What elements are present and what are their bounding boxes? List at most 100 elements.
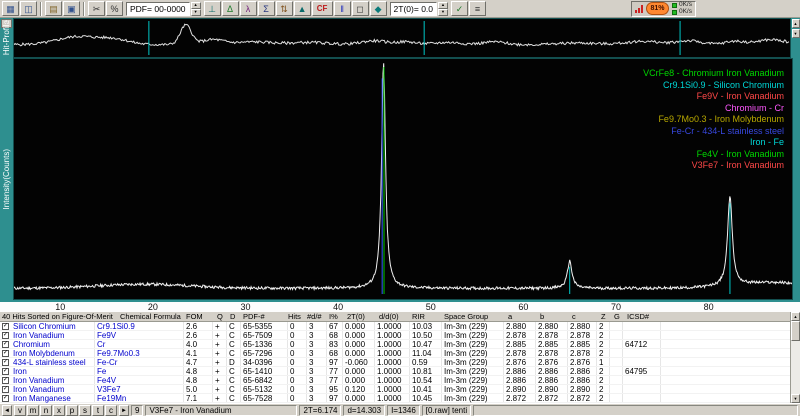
pdf-number-input[interactable]: PDF= 00-0000 [126, 1, 190, 16]
column-header[interactable]: Z [601, 313, 606, 321]
table-cell: 1.0000 [377, 322, 402, 331]
column-header[interactable]: FOM [186, 313, 203, 321]
tabs-scroll-right-button[interactable]: ► [119, 405, 129, 416]
sheet-tab-p[interactable]: p [66, 405, 78, 416]
zoom-box-button[interactable]: ◻ [351, 1, 369, 16]
tabs-scroll-left-button[interactable]: ◄ [2, 405, 12, 416]
wavelength-button[interactable]: λ [239, 1, 257, 16]
window-layout-button[interactable]: ▦ [2, 1, 19, 16]
column-header[interactable]: D [230, 313, 235, 321]
legend-item[interactable]: Fe9.7Mo0.3 - Iron Molybdenum [643, 114, 784, 126]
hit-profile-plot[interactable] [13, 18, 791, 58]
table-row[interactable]: ✓ Iron Fe 4.8 + C 65-1410 0 3 77 0.000 1.0000 10.81 I… [0, 367, 800, 376]
strip-down-button[interactable]: ▼ [791, 29, 800, 38]
row-checkbox[interactable]: ✓ [2, 323, 9, 330]
legend-item[interactable]: Chromium - Cr [643, 103, 784, 115]
table-scrollbar[interactable]: ▲ ▼ [790, 312, 800, 403]
table-cell: 10.47 [412, 340, 433, 349]
peak-labels-button[interactable]: Δ [221, 1, 239, 16]
sheet-tab-x[interactable]: x [53, 405, 65, 416]
sheet-tab-v[interactable]: v [14, 405, 26, 416]
overlay-button[interactable]: ▲ [293, 1, 311, 16]
table-cell: 0 [290, 376, 295, 385]
curve-fit-button[interactable]: CF [311, 1, 333, 16]
diffraction-plot[interactable]: VCrFe8 - Chromium Iron Vanadium Cr9.1Si0.… [13, 58, 793, 300]
sort-toggle-button[interactable]: ⇅ [275, 1, 293, 16]
table-row[interactable]: ✓ Iron Vanadium Fe9V 2.6 + C 65-7509 0 3 68 0.000 1… [0, 331, 800, 340]
table-row[interactable]: ✓ Chromium Cr 4.0 + C 65-1336 0 3 83 0.000 1.0000 10… [0, 340, 800, 349]
table-row[interactable]: ✓ Iron Vanadium V3Fe7 5.0 + C 65-5132 0 3 95 0.120… [0, 385, 800, 394]
table-row[interactable]: ✓ Iron Molybdenum Fe9.7Mo0.3 4.1 + C 65-7296 0 3… [0, 349, 800, 358]
table-cell: + [215, 349, 220, 358]
scroll-down-button[interactable]: ▼ [791, 394, 800, 403]
column-header[interactable]: ICSD# [627, 313, 649, 321]
pdf-spin-up-button[interactable]: ▲ [190, 1, 201, 9]
table-cell: 3 [309, 394, 314, 403]
table-row[interactable]: ✓ 434-L stainless steel Fe-Cr 4.7 + D 34-0396 0… [0, 358, 800, 367]
table-cell: 0.000 [345, 367, 366, 376]
column-header[interactable]: c [572, 313, 576, 321]
table-row[interactable]: ✓ Silicon Chromium Cr9.1Si0.9 2.6 + C 65-5355 0… [0, 322, 800, 331]
table-cell: 1.0000 [377, 340, 402, 349]
two-theta-spin-up-button[interactable]: ▲ [438, 1, 449, 9]
table-title-header[interactable]: 40 Hits Sorted on Figure-Of-Merit [2, 313, 113, 321]
column-header[interactable]: a [508, 313, 512, 321]
column-header[interactable]: Space Group [444, 313, 488, 321]
row-checkbox[interactable]: ✓ [2, 350, 9, 357]
axes-toggle-button[interactable]: ⊥ [203, 1, 221, 16]
legend-item[interactable]: Fe-Cr - 434-L stainless steel [643, 126, 784, 138]
sheet-tab-n[interactable]: n [40, 405, 52, 416]
table-row[interactable]: ✓ Iron Vanadium Fe4V 4.8 + C 65-6842 0 3 77 0.000 1… [0, 376, 800, 385]
column-header[interactable]: b [540, 313, 544, 321]
legend-item[interactable]: Fe4V - Iron Vanadium [643, 149, 784, 161]
row-checkbox[interactable]: ✓ [2, 368, 9, 375]
cut-range-button[interactable]: ✂ [88, 1, 105, 16]
row-checkbox[interactable]: ✓ [2, 395, 9, 402]
sheet-tab-m[interactable]: m [27, 405, 39, 416]
column-header[interactable]: Hits [288, 313, 301, 321]
row-checkbox[interactable]: ✓ [2, 341, 9, 348]
row-checkbox[interactable]: ✓ [2, 332, 9, 339]
scroll-up-button[interactable]: ▲ [791, 312, 800, 321]
column-header[interactable]: Q [217, 313, 223, 321]
legend-item[interactable]: Cr9.1Si0.9 - Silicon Chromium [643, 80, 784, 92]
column-header[interactable]: RIR [412, 313, 425, 321]
column-header[interactable]: 2T(0) [347, 313, 365, 321]
selected-phase-panel[interactable]: V3Fe7 - Iron Vanadium [145, 405, 298, 416]
pdf-spin-down-button[interactable]: ▼ [190, 8, 201, 16]
column-header[interactable]: d/d(0) [379, 313, 399, 321]
integrate-button[interactable]: Σ [257, 1, 275, 16]
table-cell: + [215, 376, 220, 385]
scroll-track[interactable] [791, 341, 800, 394]
legend-item[interactable]: V3Fe7 - Iron Vanadium [643, 160, 784, 172]
scroll-thumb[interactable] [791, 321, 800, 341]
two-theta-spin-down-button[interactable]: ▼ [438, 8, 449, 16]
legend-item[interactable]: Fe9V - Iron Vanadium [643, 91, 784, 103]
row-checkbox[interactable]: ✓ [2, 377, 9, 384]
percent-scale-button[interactable]: % [106, 1, 123, 16]
column-header[interactable]: I% [329, 313, 338, 321]
row-checkbox[interactable]: ✓ [2, 359, 9, 366]
legend-item[interactable]: VCrFe8 - Chromium Iron Vanadium [643, 68, 784, 80]
column-header[interactable]: #d/# [307, 313, 322, 321]
pattern-window-button[interactable]: ◫ [20, 1, 37, 16]
sheet-tab-s[interactable]: s [79, 405, 91, 416]
sheet-tab-c[interactable]: c [105, 405, 117, 416]
strip-up-button[interactable]: ▲ [791, 19, 800, 28]
sheet-tab-t[interactable]: t [92, 405, 104, 416]
column-header[interactable]: Chemical Formula [120, 313, 181, 321]
column-header[interactable]: G [614, 313, 620, 321]
x-axis-tick-label: 50 [425, 302, 436, 312]
options-menu-button[interactable]: ≡ [469, 1, 487, 16]
column-header[interactable]: PDF-# [243, 313, 265, 321]
save-button[interactable]: ▣ [63, 1, 80, 16]
apply-button[interactable]: ✓ [451, 1, 469, 16]
line-markers-button[interactable]: ‖ [333, 1, 351, 16]
two-theta-offset-input[interactable]: 2T(0)= 0.0 [389, 1, 438, 16]
thumbnail-view-button[interactable]: ▤ [45, 1, 62, 16]
row-checkbox[interactable]: ✓ [2, 386, 9, 393]
table-cell: 7.1 [186, 394, 198, 403]
table-row[interactable]: ✓ Iron Manganese Fe19Mn 7.1 + C 65-7528 0 3 97 0.0… [0, 394, 800, 403]
phase-diamond-button[interactable]: ◆ [369, 1, 387, 16]
legend-item[interactable]: Iron - Fe [643, 137, 784, 149]
